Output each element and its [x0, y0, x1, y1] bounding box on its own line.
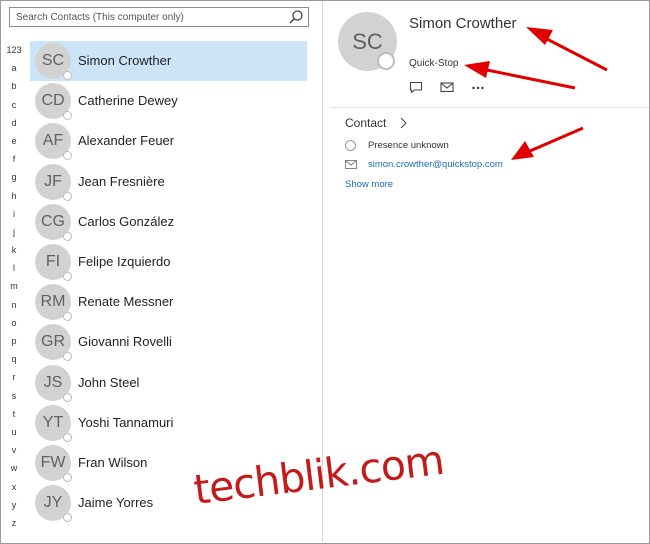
arrow-to-email [511, 126, 584, 160]
arrow-to-name [526, 27, 608, 72]
arrow-to-company [464, 61, 576, 90]
